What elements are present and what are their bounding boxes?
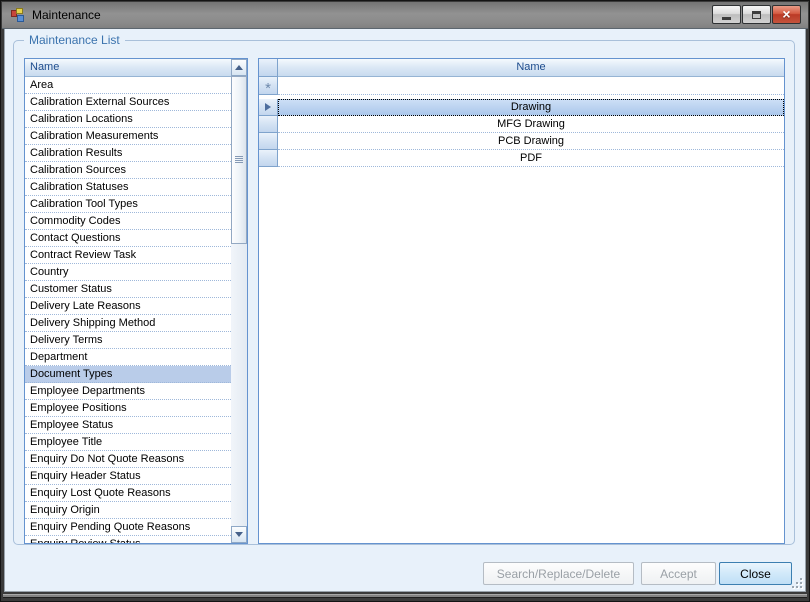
grid-cell[interactable]: Drawing <box>278 99 784 116</box>
grid-row[interactable]: MFG Drawing <box>259 116 784 133</box>
list-item[interactable]: Contract Review Task <box>25 247 231 264</box>
left-list-scrollbar[interactable] <box>231 59 247 543</box>
titlebar[interactable]: Maintenance × <box>2 2 808 29</box>
grid-row[interactable]: PCB Drawing <box>259 133 784 150</box>
list-item[interactable]: Calibration Sources <box>25 162 231 179</box>
list-item[interactable]: Country <box>25 264 231 281</box>
list-item[interactable]: Employee Departments <box>25 383 231 400</box>
list-item[interactable]: Calibration Locations <box>25 111 231 128</box>
row-header-cell[interactable] <box>259 133 278 150</box>
list-item[interactable]: Enquiry Header Status <box>25 468 231 485</box>
row-header-cell[interactable] <box>259 116 278 133</box>
titlebar-close-button[interactable]: × <box>772 5 801 24</box>
list-item[interactable]: Enquiry Origin <box>25 502 231 519</box>
new-row-asterisk-icon: * <box>265 85 271 93</box>
scrollbar-thumb[interactable] <box>231 76 247 244</box>
current-row-arrow-icon <box>265 103 271 111</box>
window-bottom-frame <box>3 594 807 598</box>
scroll-down-button[interactable] <box>231 526 247 543</box>
list-item[interactable]: Enquiry Review Status <box>25 536 231 543</box>
form-icon-yellow-square <box>16 8 23 14</box>
list-item[interactable]: Calibration Results <box>25 145 231 162</box>
left-list-column-header[interactable]: Name <box>25 59 231 77</box>
form-icon-blue-square <box>17 15 24 22</box>
grid-new-row[interactable]: * <box>259 77 784 95</box>
grid-row-selected[interactable]: Drawing <box>259 99 784 116</box>
maintenance-values-grid: Name * Drawing MFG Dra <box>258 58 785 544</box>
close-icon: × <box>782 6 790 23</box>
groupbox-label: Maintenance List <box>24 33 125 47</box>
new-row-cell[interactable] <box>278 77 784 95</box>
list-item[interactable]: Employee Title <box>25 434 231 451</box>
grid-column-header[interactable]: Name <box>278 59 784 77</box>
list-item[interactable]: Calibration Measurements <box>25 128 231 145</box>
list-item[interactable]: Delivery Terms <box>25 332 231 349</box>
list-item[interactable]: Contact Questions <box>25 230 231 247</box>
new-row-header-cell[interactable]: * <box>259 77 278 95</box>
maximize-icon <box>752 11 761 19</box>
window-title: Maintenance <box>32 8 101 22</box>
grid-corner-cell[interactable] <box>259 59 278 77</box>
list-item[interactable]: Delivery Shipping Method <box>25 315 231 332</box>
scroll-up-button[interactable] <box>231 59 247 76</box>
window-controls: × <box>712 5 801 24</box>
accept-button[interactable]: Accept <box>641 562 716 585</box>
grid-row[interactable]: PDF <box>259 150 784 167</box>
list-item[interactable]: Enquiry Do Not Quote Reasons <box>25 451 231 468</box>
resize-grip[interactable] <box>791 577 802 588</box>
scrollbar-grip-icon <box>235 156 243 164</box>
list-item[interactable]: Employee Positions <box>25 400 231 417</box>
list-item[interactable]: Calibration External Sources <box>25 94 231 111</box>
list-item-selected[interactable]: Document Types <box>25 366 231 383</box>
grid-cell[interactable]: PDF <box>278 150 784 167</box>
list-item[interactable]: Area <box>25 77 231 94</box>
minimize-icon <box>722 17 731 20</box>
minimize-button[interactable] <box>712 5 741 24</box>
list-item[interactable]: Delivery Late Reasons <box>25 298 231 315</box>
close-button[interactable]: Close <box>719 562 792 585</box>
maintenance-list-groupbox: Maintenance List Name Area Calibration E… <box>13 40 795 545</box>
client-area: Maintenance List Name Area Calibration E… <box>4 29 806 592</box>
list-item[interactable]: Calibration Tool Types <box>25 196 231 213</box>
scroll-down-icon <box>235 532 243 537</box>
list-item[interactable]: Enquiry Lost Quote Reasons <box>25 485 231 502</box>
list-item[interactable]: Department <box>25 349 231 366</box>
list-item[interactable]: Enquiry Pending Quote Reasons <box>25 519 231 536</box>
row-header-cell[interactable] <box>259 150 278 167</box>
maximize-button[interactable] <box>742 5 771 24</box>
list-item[interactable]: Customer Status <box>25 281 231 298</box>
list-item[interactable]: Commodity Codes <box>25 213 231 230</box>
list-item[interactable]: Employee Status <box>25 417 231 434</box>
list-item[interactable]: Calibration Statuses <box>25 179 231 196</box>
search-replace-delete-button[interactable]: Search/Replace/Delete <box>483 562 634 585</box>
maintenance-categories-grid: Name Area Calibration External Sources C… <box>24 58 248 544</box>
left-list-rows: Area Calibration External Sources Calibr… <box>25 77 231 543</box>
grid-cell[interactable]: MFG Drawing <box>278 116 784 133</box>
form-icon[interactable] <box>10 7 26 23</box>
grid-cell[interactable]: PCB Drawing <box>278 133 784 150</box>
maintenance-window: Maintenance × Maintenance List Name Area… <box>0 0 810 602</box>
scroll-up-icon <box>235 65 243 70</box>
grid-header-row: Name <box>259 59 784 77</box>
current-row-header-cell[interactable] <box>259 99 278 116</box>
